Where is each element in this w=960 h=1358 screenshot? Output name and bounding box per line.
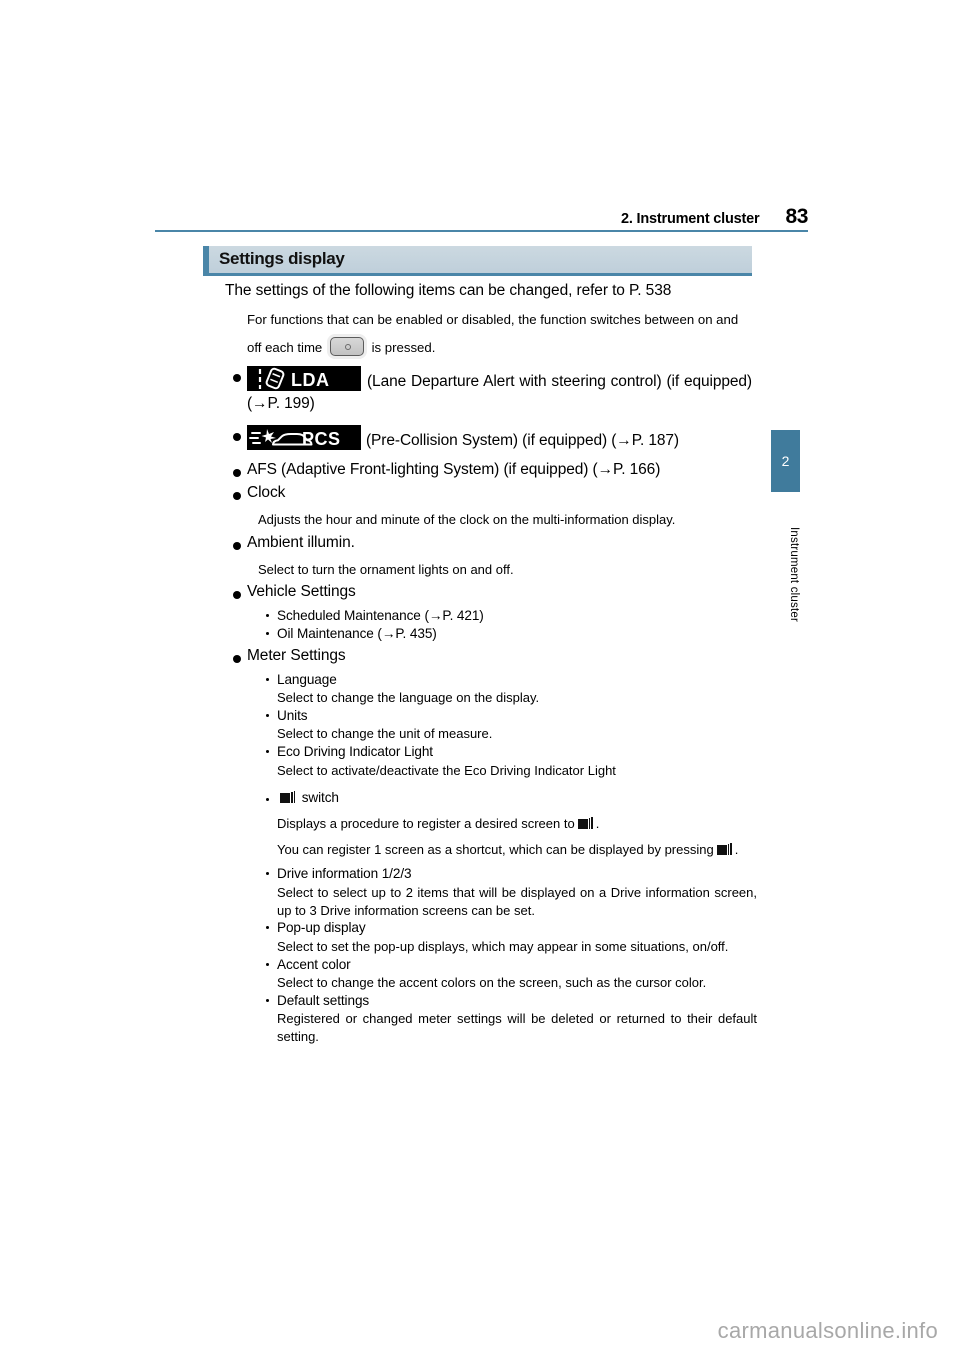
intro-line-2-suffix: is pressed. xyxy=(371,339,436,355)
sub-list-item-text: Pop-up display xyxy=(277,920,366,936)
note-prefix: You can register 1 screen as a shortcut,… xyxy=(277,842,714,858)
list-item-text: Ambient illumin. xyxy=(247,533,355,551)
list-item[interactable]: Vehicle Settings xyxy=(0,583,960,603)
page-number: 83 xyxy=(785,205,808,228)
list-item-text: Clock xyxy=(247,484,286,501)
intro-line-2-prefix: off each time xyxy=(247,339,323,355)
bullet-dot xyxy=(233,374,241,382)
lda-badge-text: LDA xyxy=(291,370,330,390)
sub-list-item-description: Select to change the language on the dis… xyxy=(277,690,540,706)
sub-list-item-text: switch xyxy=(301,789,339,805)
sub-list-item-text: Language xyxy=(277,671,337,687)
bullet-dot xyxy=(233,469,241,477)
sub-bullet-dot xyxy=(266,999,269,1003)
list-item[interactable]: Clock xyxy=(0,484,960,504)
sub-bullet-dot xyxy=(266,962,269,966)
intro-paragraph: For functions that can be enabled or dis… xyxy=(247,310,752,358)
list-item-content: LDA (Lane Departure Alert with steering … xyxy=(247,366,752,415)
sub-list-item-content: switch xyxy=(277,789,339,805)
sub-bullet-dot xyxy=(266,872,269,876)
sub-list-item-text: Scheduled Maintenance (→P. 421) xyxy=(277,608,484,623)
sub-list-item-text: Default settings xyxy=(277,993,370,1009)
settings-item-list: LDA (Lane Departure Alert with steering … xyxy=(0,366,960,1046)
screens-icon xyxy=(576,815,594,831)
list-item-text: Meter Settings xyxy=(247,646,346,664)
sub-list-item-description: Select to change the accent colors on th… xyxy=(277,975,707,991)
sub-list-item-description: Select to select up to 2 items that will… xyxy=(277,884,757,918)
sub-list-item[interactable]: Pop-up display xyxy=(0,919,960,937)
pcs-badge-text: PCS xyxy=(302,429,341,449)
sub-list-item[interactable]: Drive information 1/2/3 xyxy=(0,865,960,883)
desc-prefix: Displays a procedure to register a desir… xyxy=(277,815,575,831)
sub-list-item[interactable]: Scheduled Maintenance (→P. 421) xyxy=(0,607,960,625)
sub-list-item[interactable]: switch xyxy=(0,789,960,807)
sub-bullet-dot xyxy=(266,677,269,681)
sub-list-item-note: You can register 1 screen as a shortcut,… xyxy=(0,841,769,859)
intro-line-1: For functions that can be enabled or dis… xyxy=(247,312,739,327)
sub-list-item-text: Drive information 1/2/3 xyxy=(277,866,412,882)
bullet-dot xyxy=(233,541,241,550)
list-item-text: AFS (Adaptive Front-lighting System) (if… xyxy=(247,461,661,478)
hardware-switch-icon xyxy=(329,336,364,356)
list-item-description: Adjusts the hour and minute of the clock… xyxy=(258,512,676,527)
sub-list-item[interactable]: Eco Driving Indicator Light xyxy=(0,743,960,761)
sub-list-item-description: Select to activate/deactivate the Eco Dr… xyxy=(277,762,616,778)
list-item-description: Select to turn the ornament lights on an… xyxy=(258,561,514,577)
bullet-dot xyxy=(233,654,241,663)
sub-list-item[interactable]: Units xyxy=(0,707,960,725)
intro-line-2: off each time is pressed. xyxy=(247,336,752,358)
sub-list-item-text: Eco Driving Indicator Light xyxy=(277,744,433,760)
section-title: Settings display xyxy=(219,249,345,268)
list-item[interactable]: LDA (Lane Departure Alert with steering … xyxy=(0,366,960,415)
screens-icon xyxy=(279,789,296,805)
bullet-dot xyxy=(233,492,241,500)
header-divider xyxy=(155,230,808,232)
sub-bullet-dot xyxy=(266,632,269,636)
sub-list-item-text: Oil Maintenance (→P. 435) xyxy=(277,626,437,642)
screens-icon xyxy=(715,842,733,857)
sub-list-item-description: Select to change the unit of measure. xyxy=(277,726,493,742)
header-section-title: 2. Instrument cluster xyxy=(621,211,760,227)
sub-bullet-dot xyxy=(266,614,269,617)
sub-list-item[interactable]: Oil Maintenance (→P. 435) xyxy=(0,625,960,643)
list-item[interactable]: Ambient illumin. xyxy=(0,534,960,554)
list-item[interactable]: AFS (Adaptive Front-lighting System) (if… xyxy=(0,461,960,481)
page-header: 2. Instrument cluster 83 xyxy=(155,205,808,229)
note-suffix: . xyxy=(734,842,739,858)
sub-list-item-text: Accent color xyxy=(277,956,351,972)
sub-bullet-dot xyxy=(266,797,269,801)
pcs-badge-icon: PCS xyxy=(247,425,361,450)
sub-list-item-description: Displays a procedure to register a desir… xyxy=(0,815,960,833)
bullet-dot xyxy=(233,433,241,441)
list-item-text: (Pre-Collision System) (if equipped) (→P… xyxy=(366,432,679,449)
list-item[interactable]: PCS (Pre-Collision System) (if equipped)… xyxy=(0,425,960,452)
section-accent-bar xyxy=(203,246,209,273)
sub-list-item-text: Units xyxy=(277,707,308,723)
site-watermark: carmanualsonline.info xyxy=(717,1318,938,1343)
sub-list-item-description: Registered or changed meter settings wil… xyxy=(277,1011,757,1045)
lda-badge-icon: LDA xyxy=(247,366,361,391)
sub-bullet-dot xyxy=(266,713,269,717)
sub-list-item-description: Select to set the pop-up displays, which… xyxy=(277,938,729,954)
bullet-dot xyxy=(233,591,241,599)
sub-list-item[interactable]: Default settings xyxy=(0,992,960,1010)
list-item-text: Vehicle Settings xyxy=(247,583,356,600)
lead-paragraph: The settings of the following items can … xyxy=(225,282,672,299)
desc-suffix: . xyxy=(595,815,600,831)
list-item-content: PCS (Pre-Collision System) (if equipped)… xyxy=(247,425,752,452)
sub-bullet-dot xyxy=(266,750,269,754)
section-header-band: Settings display xyxy=(203,246,752,276)
sub-list-item[interactable]: Accent color xyxy=(0,956,960,974)
list-item[interactable]: Meter Settings xyxy=(0,647,960,667)
sub-list-item[interactable]: Language xyxy=(0,671,960,689)
sub-bullet-dot xyxy=(266,926,269,930)
